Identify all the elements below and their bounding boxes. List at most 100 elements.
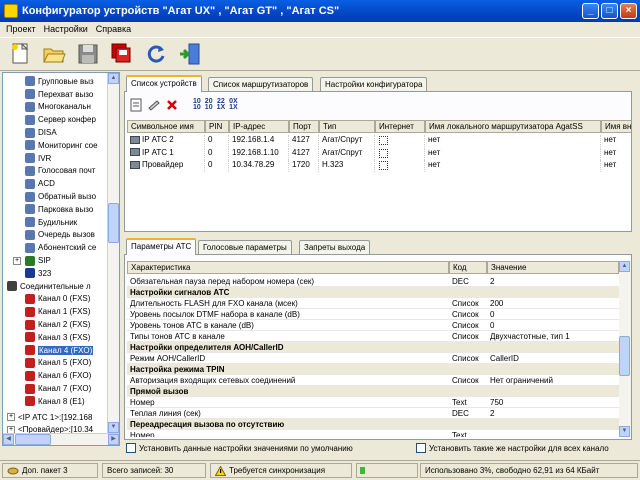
- tree-item[interactable]: Парковка вызо: [25, 203, 93, 216]
- tree-item[interactable]: Канал 1 (FXS): [25, 305, 90, 318]
- param-row[interactable]: Обязательная пауза перед набором номера …: [127, 276, 619, 287]
- tree-hscroll-thumb[interactable]: [15, 434, 51, 445]
- tree-item[interactable]: Канал 4 (FXO): [25, 344, 94, 357]
- params-table[interactable]: Характеристика Код Значение Обязательная па…: [127, 261, 619, 437]
- param-column-header[interactable]: Код: [449, 261, 487, 274]
- tree-scroll-thumb[interactable]: [108, 203, 119, 243]
- param-row[interactable]: Авторизация входящих сетевых соединений С…: [127, 375, 619, 386]
- sync-button[interactable]: [142, 40, 170, 68]
- tree-item[interactable]: Канал 8 (E1): [25, 395, 85, 408]
- param-row[interactable]: Уровень тонов АТС в канале (dB) Список 0: [127, 320, 619, 331]
- exit-button[interactable]: [176, 40, 204, 68]
- device-column-header[interactable]: PIN: [205, 120, 229, 133]
- tab-device-list[interactable]: Список устройств: [126, 75, 202, 92]
- scroll-up-icon[interactable]: ▲: [108, 73, 119, 84]
- defaults-checkbox[interactable]: [126, 443, 136, 453]
- scroll-down-icon[interactable]: ▼: [108, 422, 119, 433]
- tree-item[interactable]: + SIP: [13, 254, 51, 267]
- hex-mode-icon[interactable]: 0X 1X: [229, 98, 238, 111]
- tree-item[interactable]: IVR: [25, 152, 51, 165]
- tree-item[interactable]: Канал 3 (FXS): [25, 331, 90, 344]
- device-column-header[interactable]: Символьное имя: [127, 120, 205, 133]
- edit-device-icon[interactable]: [147, 98, 161, 112]
- tab-pbx-params[interactable]: Параметры АТС: [126, 238, 197, 255]
- param-column-header[interactable]: Характеристика: [127, 261, 449, 274]
- tree-item[interactable]: DISA: [25, 126, 57, 139]
- title-bar[interactable]: Конфигуратор устройств "Агат UX" , "Агат…: [0, 0, 640, 22]
- tree-item[interactable]: Будильник: [25, 216, 77, 229]
- decimal-mode-icon[interactable]: 10 10: [193, 98, 201, 111]
- params-scrollbar[interactable]: ▲ ▼: [619, 261, 631, 437]
- device-table[interactable]: Символьное имя PIN IP-адрес Порт Тип Интернет…: [127, 120, 631, 231]
- params-scroll-up-icon[interactable]: ▲: [619, 261, 630, 272]
- tree-item[interactable]: Канал 6 (FXO): [25, 369, 91, 382]
- menu-settings[interactable]: Настройки: [44, 24, 88, 34]
- params-scroll-thumb[interactable]: [619, 336, 630, 376]
- tree-item[interactable]: Очередь вызов: [25, 229, 95, 242]
- tree-item[interactable]: 323: [25, 267, 51, 280]
- minimize-button[interactable]: _: [582, 3, 599, 19]
- device-row[interactable]: IP АТС 2 0 192.168.1.4 4127 Агат/Спрут нет нет: [127, 135, 631, 147]
- tree-item[interactable]: ACD: [25, 177, 55, 190]
- delete-icon[interactable]: [165, 98, 179, 112]
- tree-item[interactable]: Сервер конфер: [25, 113, 96, 126]
- param-row[interactable]: Номер Text: [127, 430, 619, 437]
- horizontal-splitter[interactable]: [124, 233, 632, 237]
- tree-item[interactable]: -Соединительные л: [7, 280, 91, 293]
- tree-horizontal-scrollbar[interactable]: ◀ ▶: [3, 433, 119, 445]
- tree-item[interactable]: Мониторинг сое: [25, 139, 98, 152]
- device-row[interactable]: IP АТС 1 0 192.168.1.10 4127 Агат/Спрут нет не…: [127, 147, 631, 160]
- tab-router-list[interactable]: Список маршрутизаторов: [208, 77, 314, 92]
- param-row[interactable]: Типы тонов АТС в канале Список Двухчастотн…: [127, 331, 619, 342]
- param-row[interactable]: Теплая линия (сек) DEC 2: [127, 408, 619, 419]
- param-row[interactable]: Длительность FLASH для FXO канала (мсек)…: [127, 298, 619, 309]
- device-props-icon[interactable]: [129, 98, 143, 112]
- close-button[interactable]: ×: [620, 3, 637, 19]
- tree-item[interactable]: Перехват вызо: [25, 88, 93, 101]
- save-button[interactable]: [74, 40, 102, 68]
- tree-item[interactable]: Канал 0 (FXS): [25, 293, 90, 306]
- tab-configurator-settings[interactable]: Настройки конфигуратора: [320, 77, 428, 92]
- device-column-header[interactable]: Имя вн: [601, 120, 631, 133]
- tree-item[interactable]: Голосовая почт: [25, 165, 95, 178]
- tab-voice-params[interactable]: Голосовые параметры: [198, 240, 292, 255]
- params-scroll-down-icon[interactable]: ▼: [619, 426, 630, 437]
- format-22-icon[interactable]: 22 1X: [217, 98, 226, 111]
- tree-item[interactable]: Канал 7 (FXO): [25, 382, 91, 395]
- internet-checkbox[interactable]: [379, 148, 388, 158]
- expander-icon[interactable]: +: [13, 256, 21, 265]
- scroll-left-icon[interactable]: ◀: [3, 434, 14, 445]
- scroll-right-icon[interactable]: ▶: [108, 434, 119, 445]
- tree-item[interactable]: Абонентский се: [25, 241, 96, 254]
- tree-item[interactable]: Канал 2 (FXS): [25, 318, 90, 331]
- open-project-button[interactable]: [40, 40, 68, 68]
- param-row[interactable]: Режим АОН/CallerID Список CallerID: [127, 353, 619, 364]
- new-project-button[interactable]: [6, 40, 34, 68]
- expander-icon[interactable]: -: [2, 282, 3, 290]
- menu-help[interactable]: Справка: [96, 24, 131, 34]
- tree-item[interactable]: Многоканальн: [25, 101, 91, 114]
- all-channels-option[interactable]: Установить такие же настройки для всех к…: [416, 443, 609, 453]
- param-column-header[interactable]: Значение: [487, 261, 619, 274]
- internet-checkbox[interactable]: [379, 161, 388, 170]
- format-20-icon[interactable]: 20 10: [205, 98, 213, 111]
- tab-exit-restrictions[interactable]: Запреты выхода: [299, 240, 371, 255]
- expander-icon[interactable]: +: [7, 413, 15, 422]
- tree-item[interactable]: Обратный вызо: [25, 190, 96, 203]
- device-column-header[interactable]: Имя локального маршрутизатора AgatSS: [425, 120, 601, 133]
- device-column-header[interactable]: Тип: [319, 120, 375, 133]
- menu-project[interactable]: Проект: [6, 24, 36, 34]
- param-row[interactable]: Номер Text 750: [127, 397, 619, 408]
- device-row[interactable]: Провайдер 0 10.34.78.29 1720 H.323 нет нет: [127, 160, 631, 172]
- device-column-header[interactable]: Порт: [289, 120, 319, 133]
- all-channels-checkbox[interactable]: [416, 443, 426, 453]
- device-tree[interactable]: Групповые выз Перехват вызо Многоканальн Се…: [2, 72, 120, 446]
- defaults-option[interactable]: Установить данные настройки значениями п…: [126, 443, 353, 453]
- maximize-button[interactable]: □: [601, 3, 618, 19]
- save-as-button[interactable]: [108, 40, 136, 68]
- tree-device-item[interactable]: + <IP АТС 1>:[192.168: [7, 411, 92, 424]
- tree-vertical-scrollbar[interactable]: ▲ ▼: [107, 73, 119, 433]
- device-column-header[interactable]: IP-адрес: [229, 120, 289, 133]
- tree-item[interactable]: Канал 5 (FXO): [25, 357, 91, 370]
- internet-checkbox[interactable]: [379, 136, 388, 145]
